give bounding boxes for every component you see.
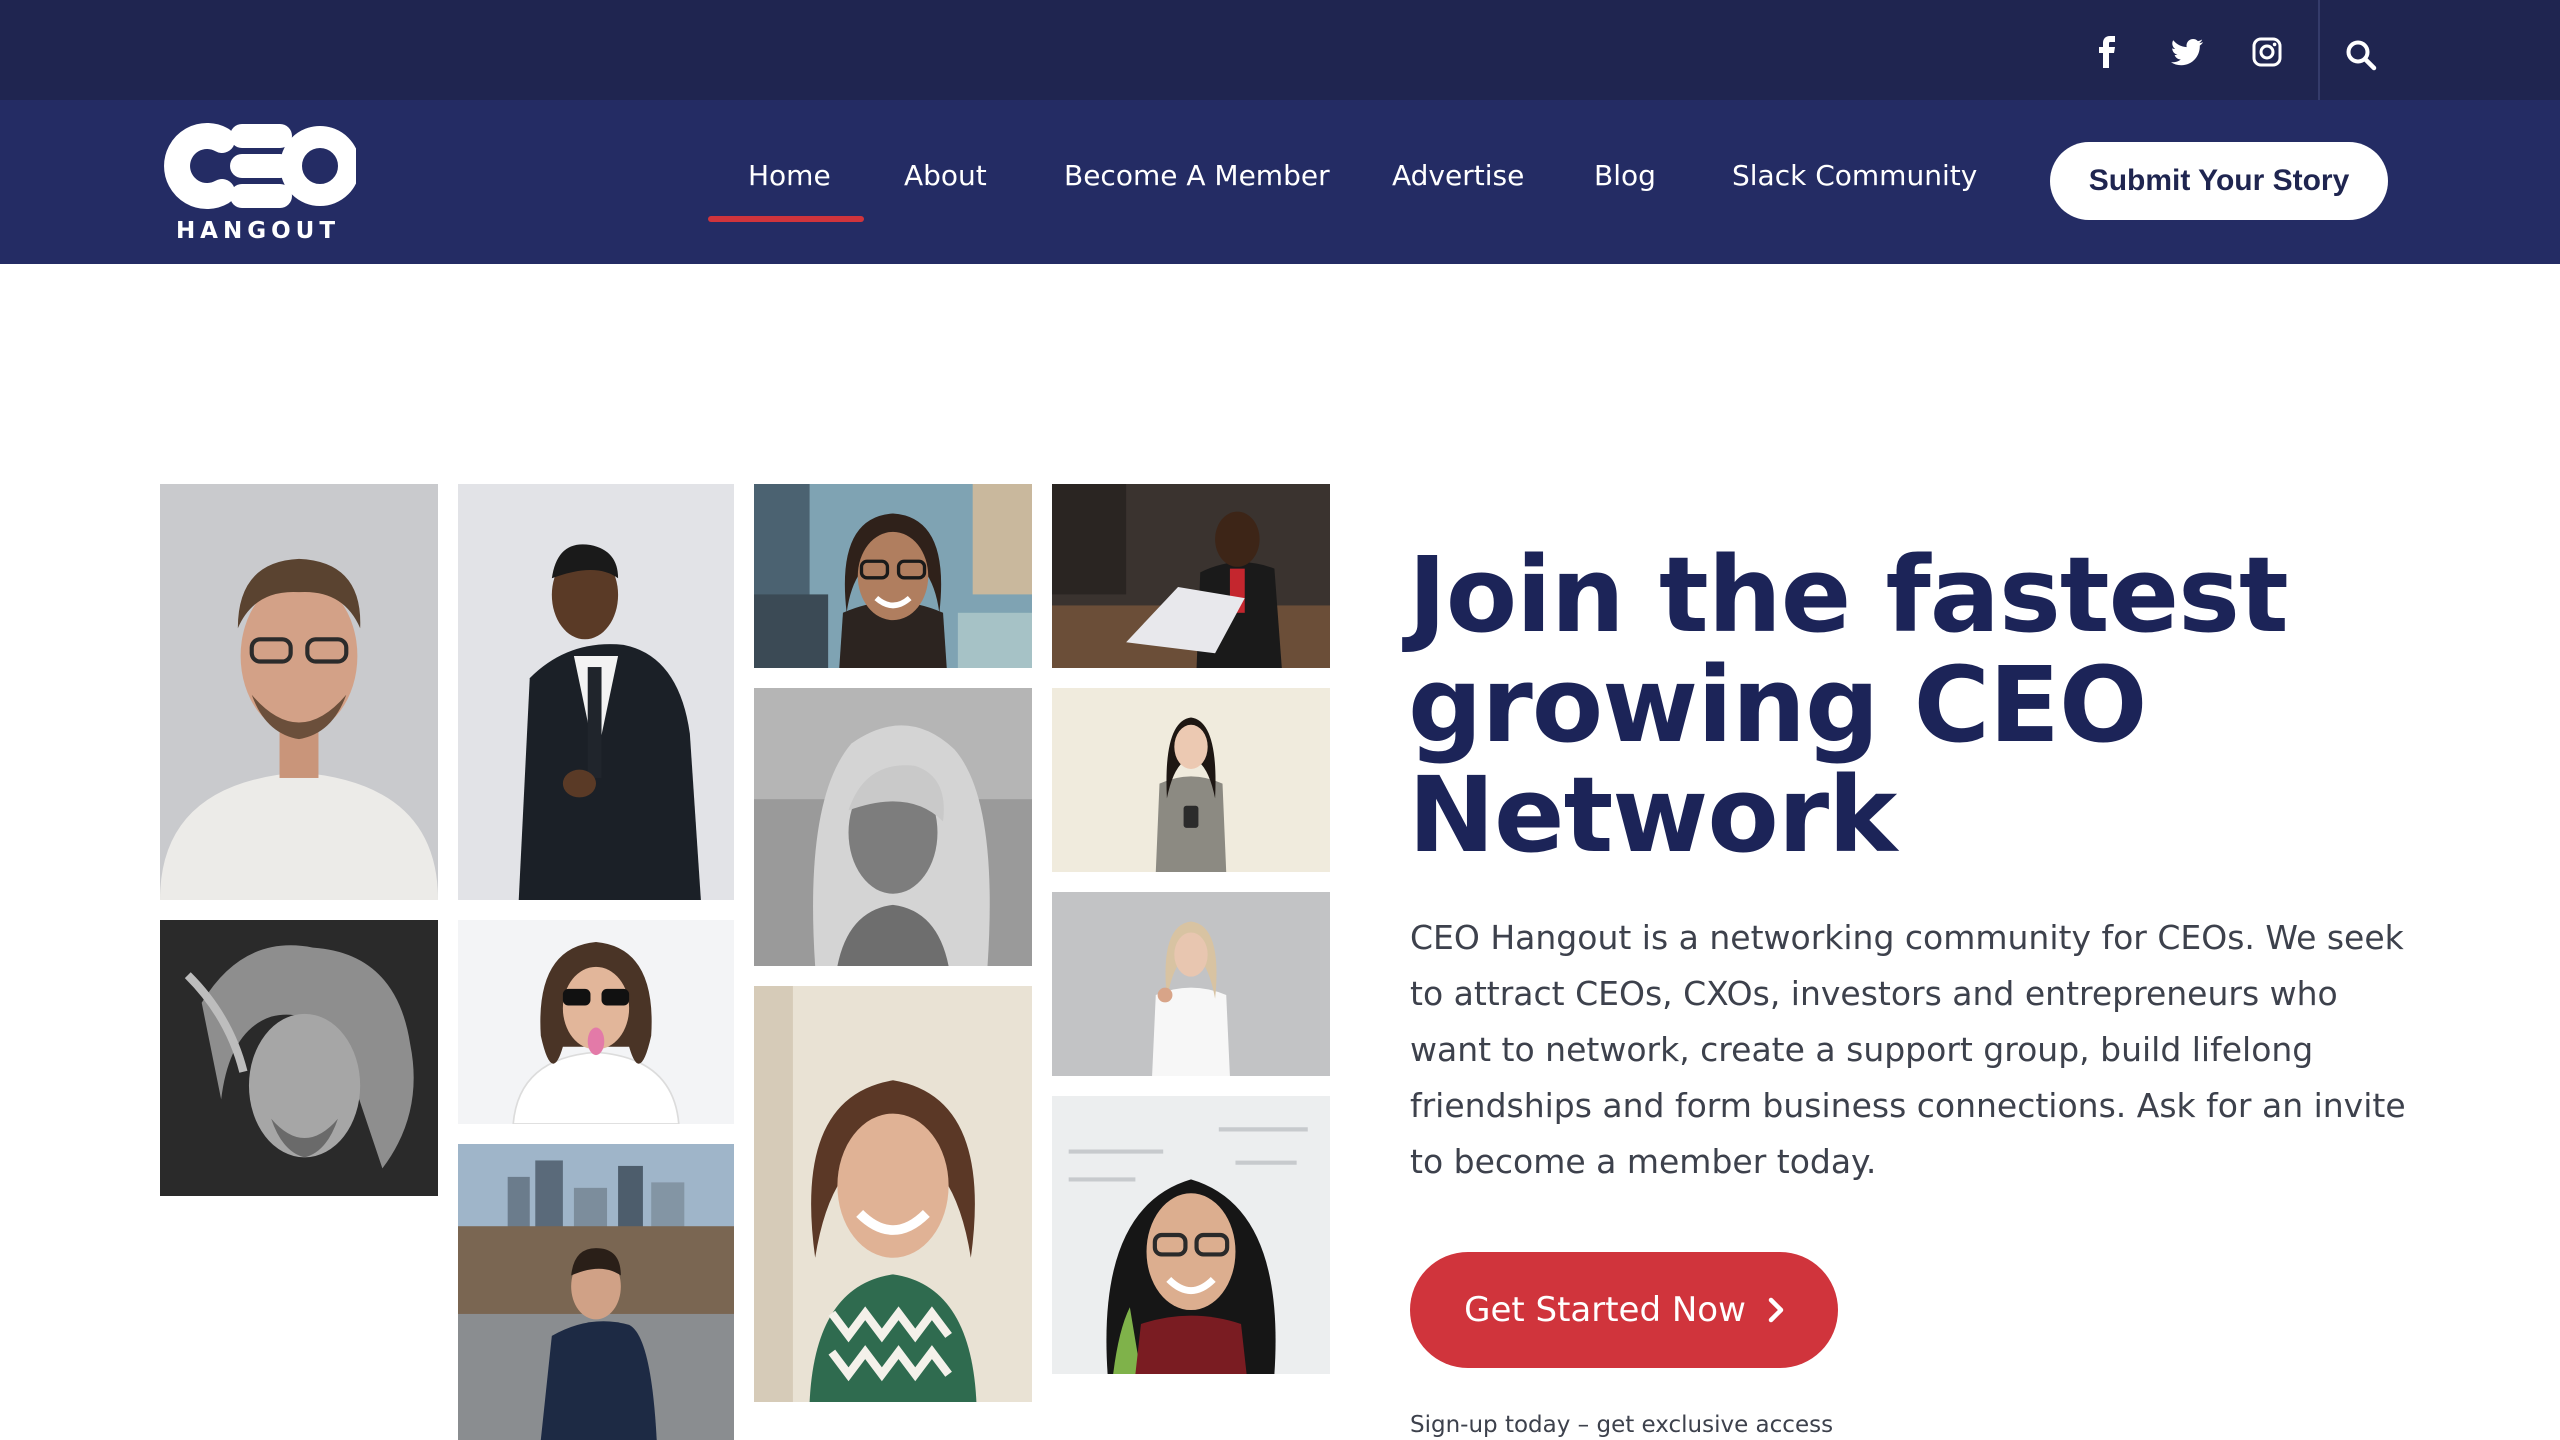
logo-subtitle: HANGOUT (175, 218, 341, 244)
member-photo (1052, 892, 1330, 1076)
nav-advertise[interactable]: Advertise (1392, 152, 1524, 200)
hero-description: CEO Hangout is a networking community fo… (1410, 918, 2406, 1181)
signup-note: Sign-up today – get exclusive access (1410, 1412, 1834, 1438)
member-photo (458, 1144, 734, 1440)
top-bar (0, 0, 2560, 100)
facebook-icon[interactable] (2083, 28, 2131, 76)
nav-about[interactable]: About (904, 152, 987, 200)
chevron-right-icon (1768, 1297, 1784, 1323)
hero-title: Join the fastest growing CEO Network (1408, 534, 2289, 876)
get-started-button[interactable]: Get Started Now (1410, 1252, 1838, 1368)
logo-mark (164, 123, 356, 209)
search-icon[interactable] (2336, 30, 2386, 80)
member-photo (160, 920, 438, 1196)
topbar-divider (2318, 0, 2320, 100)
member-photo (754, 484, 1032, 668)
member-photo (458, 484, 734, 900)
site-logo[interactable]: HANGOUT (160, 118, 356, 246)
submit-your-story-button[interactable]: Submit Your Story (2050, 142, 2388, 220)
member-photo (754, 986, 1032, 1402)
member-photo (1052, 1096, 1330, 1374)
instagram-icon[interactable] (2243, 28, 2291, 76)
member-photo (458, 920, 734, 1124)
nav-become-a-member[interactable]: Become A Member (1064, 152, 1330, 200)
member-photo (1052, 688, 1330, 872)
member-photo (1052, 484, 1330, 668)
nav-slack-community[interactable]: Slack Community (1732, 152, 1977, 200)
get-started-label: Get Started Now (1464, 1290, 1746, 1330)
nav-active-indicator (708, 216, 864, 222)
member-photo (160, 484, 438, 900)
nav-home[interactable]: Home (748, 152, 831, 200)
member-photo (754, 688, 1032, 966)
twitter-icon[interactable] (2163, 28, 2211, 76)
nav-blog[interactable]: Blog (1594, 152, 1656, 200)
